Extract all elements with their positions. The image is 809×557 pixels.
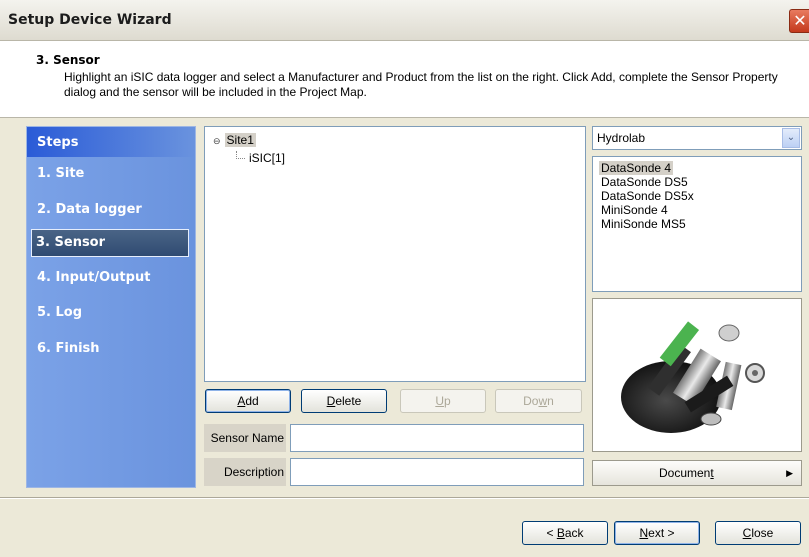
project-tree[interactable]: ⊖ Site1 iSIC[1] <box>204 126 586 382</box>
steps-header: Steps <box>27 127 195 157</box>
tree-node-site1[interactable]: ⊖ Site1 <box>213 133 256 147</box>
document-button[interactable]: Document ▶ <box>592 460 802 486</box>
description-input[interactable] <box>290 458 584 486</box>
manufacturer-select[interactable]: Hydrolab ⌄ <box>592 126 802 150</box>
triangle-right-icon: ▶ <box>786 468 793 478</box>
product-item-datasonde-ds5[interactable]: DataSonde DS5 <box>601 175 688 189</box>
close-button[interactable]: Close <box>715 521 801 545</box>
delete-button[interactable]: Delete <box>301 389 387 413</box>
step-data-logger[interactable]: 2. Data logger <box>35 197 187 223</box>
product-image-frame <box>592 298 802 452</box>
product-item-datasonde-ds5x[interactable]: DataSonde DS5x <box>601 189 694 203</box>
product-item-minisonde-ms5[interactable]: MiniSonde MS5 <box>601 217 686 231</box>
product-list[interactable]: DataSonde 4 DataSonde DS5 DataSonde DS5x… <box>592 156 802 292</box>
tree-connector <box>236 151 245 159</box>
step-title: 3. Sensor <box>36 53 100 67</box>
step-finish[interactable]: 6. Finish <box>35 336 187 362</box>
step-sensor[interactable]: 3. Sensor <box>31 229 189 257</box>
product-item-datasonde-4[interactable]: DataSonde 4 <box>599 161 674 175</box>
down-button[interactable]: Down <box>495 389 582 413</box>
chevron-down-icon[interactable]: ⌄ <box>782 128 800 148</box>
next-button[interactable]: Next > <box>614 521 700 545</box>
add-button[interactable]: Add <box>205 389 291 413</box>
back-button[interactable]: < Back <box>522 521 608 545</box>
window-title: Setup Device Wizard <box>8 12 172 28</box>
wizard-header: 3. Sensor Highlight an iSIC data logger … <box>0 41 809 118</box>
manufacturer-value: Hydrolab <box>597 131 646 145</box>
collapse-icon[interactable]: ⊖ <box>213 136 221 146</box>
document-button-label: Document <box>659 466 714 480</box>
step-log[interactable]: 5. Log <box>35 300 187 326</box>
steps-panel: Steps 1. Site 2. Data logger 3. Sensor 4… <box>26 126 196 488</box>
up-button[interactable]: Up <box>400 389 486 413</box>
sensor-name-label: Sensor Name <box>204 424 286 452</box>
sensor-probe-image <box>621 321 765 433</box>
step-description: Highlight an iSIC data logger and select… <box>64 70 778 99</box>
tree-node-isic[interactable]: iSIC[1] <box>249 151 285 165</box>
title-bar: Setup Device Wizard ✕ <box>0 0 809 41</box>
step-site[interactable]: 1. Site <box>35 161 187 187</box>
description-label: Description <box>204 458 286 486</box>
sensor-name-input[interactable] <box>290 424 584 452</box>
step-input-output[interactable]: 4. Input/Output <box>35 265 187 291</box>
tree-node-site1-label: Site1 <box>224 133 256 147</box>
product-item-minisonde-4[interactable]: MiniSonde 4 <box>601 203 668 217</box>
close-icon[interactable]: ✕ <box>789 9 809 33</box>
steps-heading: Steps <box>37 135 79 150</box>
